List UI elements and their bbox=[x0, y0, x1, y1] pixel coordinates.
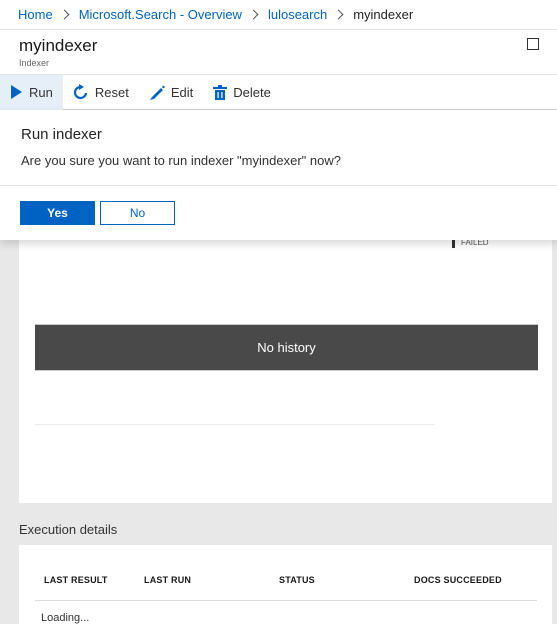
column-header-last-run[interactable]: LAST RUN bbox=[144, 575, 191, 585]
delete-button[interactable]: Delete bbox=[203, 75, 281, 110]
dialog-message: Are you sure you want to run indexer "my… bbox=[21, 153, 341, 168]
no-button[interactable]: No bbox=[100, 201, 175, 225]
loading-text: Loading... bbox=[41, 612, 90, 624]
breadcrumb-home[interactable]: Home bbox=[18, 7, 53, 22]
reset-label: Reset bbox=[94, 84, 129, 100]
edit-label: Edit bbox=[170, 84, 194, 100]
table-header-divider bbox=[35, 600, 537, 601]
blade-header: myindexer Indexer bbox=[0, 30, 557, 74]
reset-icon bbox=[73, 84, 89, 100]
delete-label: Delete bbox=[233, 84, 271, 100]
edit-button[interactable]: Edit bbox=[139, 75, 203, 110]
execution-details-heading: Execution details bbox=[19, 522, 118, 537]
breadcrumb-current: myindexer bbox=[353, 7, 414, 22]
column-header-last-result[interactable]: LAST RESULT bbox=[44, 575, 108, 585]
dialog-divider bbox=[0, 185, 557, 186]
column-header-docs-succeeded[interactable]: DOCS SUCCEEDED bbox=[414, 575, 502, 585]
legend-failed-marker bbox=[452, 240, 455, 248]
breadcrumb: Home Microsoft.Search - Overview lulosea… bbox=[0, 0, 557, 30]
dialog-title: Run indexer bbox=[21, 126, 102, 143]
execution-details-table: LAST RESULT LAST RUN STATUS DOCS SUCCEED… bbox=[19, 545, 552, 624]
delete-icon bbox=[213, 84, 228, 100]
page-subtitle: Indexer bbox=[19, 58, 50, 68]
no-history-banner: No history bbox=[35, 324, 538, 371]
run-label: Run bbox=[29, 84, 53, 100]
page-title: myindexer bbox=[19, 36, 98, 55]
chevron-right-icon bbox=[333, 9, 344, 20]
column-header-status[interactable]: STATUS bbox=[279, 575, 315, 585]
edit-icon bbox=[149, 84, 165, 100]
execution-history-card: FAILED No history bbox=[19, 238, 552, 503]
command-bar: Run Reset Edit Delete bbox=[0, 74, 557, 110]
reset-button[interactable]: Reset bbox=[63, 75, 139, 110]
breadcrumb-search-overview[interactable]: Microsoft.Search - Overview bbox=[79, 7, 242, 22]
play-icon bbox=[10, 85, 23, 99]
run-button[interactable]: Run bbox=[0, 74, 63, 110]
chevron-right-icon bbox=[248, 9, 259, 20]
no-history-text: No history bbox=[257, 340, 316, 355]
breadcrumb-lulosearch[interactable]: lulosearch bbox=[268, 7, 327, 22]
run-indexer-dialog: Run indexer Are you sure you want to run… bbox=[0, 110, 557, 240]
chart-baseline bbox=[35, 424, 435, 425]
yes-button[interactable]: Yes bbox=[20, 201, 95, 225]
maximize-icon[interactable] bbox=[527, 38, 539, 50]
chevron-right-icon bbox=[59, 9, 70, 20]
